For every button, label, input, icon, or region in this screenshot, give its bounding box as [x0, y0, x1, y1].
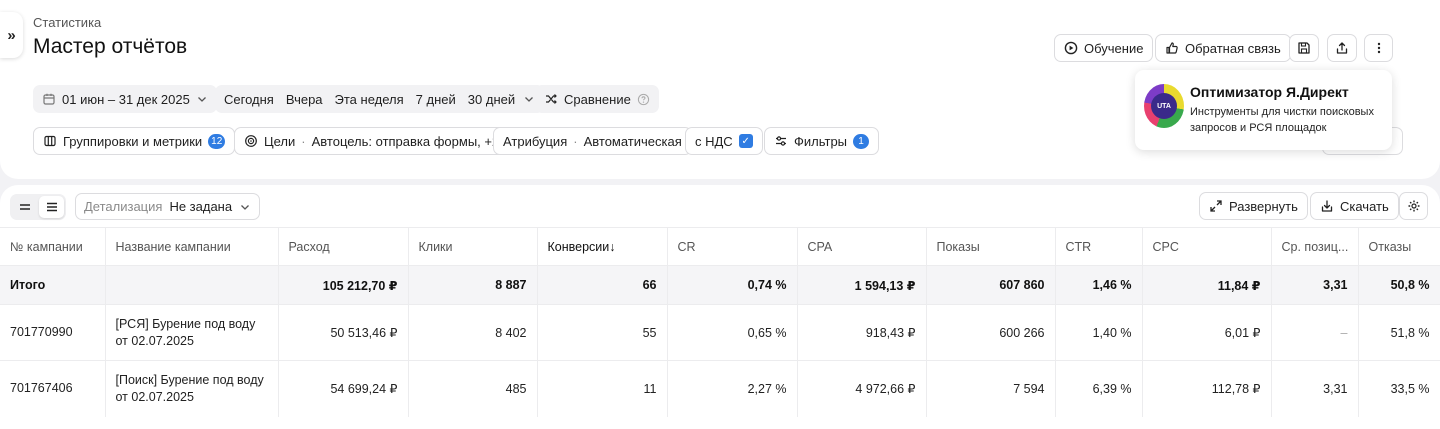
preset-yesterday[interactable]: Вчера [286, 92, 323, 107]
target-icon [245, 135, 257, 147]
report-header-card: » Статистика Мастер отчётов Обучение Обр… [0, 0, 1440, 179]
column-header-bounces[interactable]: Отказы [1358, 227, 1440, 266]
thumbs-up-icon [1166, 42, 1178, 54]
expand-icon [1210, 200, 1222, 212]
shuffle-icon [546, 94, 557, 104]
calendar-icon [43, 93, 55, 105]
save-report-button[interactable] [1289, 34, 1319, 62]
column-header-clicks[interactable]: Клики [408, 227, 538, 266]
column-header-cr[interactable]: CR [667, 227, 798, 266]
download-label: Скачать [1340, 198, 1389, 214]
table-header-row: № кампании Название кампании Расход Клик… [0, 227, 1440, 266]
columns-icon [44, 135, 56, 147]
table-total-row: Итого 105 212,70 ₽ 8 887 66 0,74 % 1 594… [0, 265, 1440, 305]
compact-view-option[interactable] [12, 196, 37, 218]
filters-label: Фильтры [794, 133, 848, 149]
expand-button[interactable]: Развернуть [1199, 192, 1308, 220]
detail-value: Не задана [169, 199, 233, 214]
download-icon [1321, 200, 1333, 212]
groupings-label: Группировки и метрики [63, 133, 203, 149]
goals-label: Цели [264, 133, 296, 149]
compact-lines-icon [19, 204, 30, 210]
tutorial-button[interactable]: Обучение [1054, 34, 1154, 62]
expand-label: Развернуть [1229, 198, 1298, 214]
gear-icon [1408, 200, 1419, 212]
preset-today[interactable]: Сегодня [224, 92, 274, 107]
preset-7-days[interactable]: 7 дней [416, 92, 456, 107]
groupings-metrics-button[interactable]: Группировки и метрики 12 [33, 127, 236, 155]
vat-label: с НДС [695, 133, 733, 149]
detail-select[interactable]: Детализация Не задана [75, 193, 261, 220]
attribution-button[interactable]: Атрибуция · Автоматическая [493, 127, 692, 155]
row-density-toggle[interactable] [10, 194, 66, 220]
filters-count-badge: 1 [853, 133, 870, 149]
table-row: 701770990 [РСЯ] Бурение под воду от 02.0… [0, 304, 1440, 361]
comparison-button[interactable]: Сравнение [535, 85, 659, 113]
preset-this-week[interactable]: Эта неделя [335, 92, 404, 107]
attribution-label: Атрибуция [503, 133, 568, 149]
more-vertical-icon [1377, 42, 1380, 54]
comfortable-view-option[interactable] [39, 196, 64, 218]
promo-title: Оптимизатор Я.Директ [1190, 84, 1349, 100]
feedback-button[interactable]: Обратная связь [1155, 34, 1291, 62]
list-lines-icon [46, 202, 57, 212]
statistics-table: № кампании Название кампании Расход Клик… [0, 227, 1440, 417]
column-header-cpa[interactable]: CPA [797, 227, 927, 266]
column-header-campaign-id[interactable]: № кампании [0, 227, 106, 266]
vat-toggle[interactable]: с НДС ✓ [685, 127, 763, 155]
tutorial-label: Обучение [1084, 40, 1144, 56]
more-options-button[interactable] [1364, 34, 1393, 62]
filters-button[interactable]: Фильтры 1 [764, 127, 880, 155]
attribution-value: Автоматическая [583, 133, 682, 149]
column-header-conversions[interactable]: Конверсии↓ [537, 227, 668, 266]
column-header-cpc[interactable]: CPC [1142, 227, 1272, 266]
column-header-impressions[interactable]: Показы [926, 227, 1056, 266]
column-header-avg-position[interactable]: Ср. позиц... [1271, 227, 1359, 266]
report-table-card: Детализация Не задана Развернуть Скачать… [0, 185, 1440, 429]
play-circle-icon [1064, 41, 1078, 55]
uta-logo: UTA [1144, 84, 1184, 128]
chevron-down-icon [241, 204, 250, 210]
column-header-cost[interactable]: Расход [278, 227, 409, 266]
column-header-ctr[interactable]: CTR [1055, 227, 1143, 266]
goals-button[interactable]: Цели · Автоцель: отправка формы, +2 [234, 127, 510, 155]
date-range-picker[interactable]: 01 июн – 31 дек 2025 [33, 85, 217, 113]
comparison-label: Сравнение [564, 91, 631, 107]
feedback-label: Обратная связь [1185, 40, 1281, 56]
date-range-value: 01 июн – 31 дек 2025 [62, 91, 190, 107]
promo-popup[interactable]: UTA Оптимизатор Я.Директ Инструменты для… [1135, 70, 1392, 150]
breadcrumb[interactable]: Статистика [33, 15, 101, 30]
help-circle-icon[interactable] [637, 93, 650, 106]
table-row: 701767406 [Поиск] Бурение под воду от 02… [0, 360, 1440, 417]
sliders-icon [776, 136, 786, 146]
sidebar-expand-button[interactable]: » [0, 12, 23, 58]
upload-icon [1336, 42, 1348, 54]
vat-checkbox[interactable]: ✓ [738, 134, 753, 148]
sort-desc-icon: ↓ [609, 239, 616, 254]
groupings-count-badge: 12 [208, 133, 226, 149]
chevron-down-icon [197, 97, 206, 102]
floppy-disk-icon [1298, 42, 1310, 54]
goals-value: Автоцель: отправка формы, +2 [311, 133, 500, 149]
promo-description: Инструменты для чистки поисковых запросо… [1190, 106, 1374, 134]
date-presets: Сегодня Вчера Эта неделя 7 дней 30 дней [215, 85, 545, 113]
chevron-down-icon[interactable] [523, 93, 535, 105]
table-settings-button[interactable] [1399, 192, 1428, 220]
page-title: Мастер отчётов [33, 35, 188, 58]
download-button[interactable]: Скачать [1310, 192, 1399, 220]
detail-label: Детализация [84, 199, 163, 214]
share-button[interactable] [1327, 34, 1357, 62]
column-header-campaign-name[interactable]: Название кампании [105, 227, 279, 266]
preset-30-days[interactable]: 30 дней [468, 92, 515, 107]
